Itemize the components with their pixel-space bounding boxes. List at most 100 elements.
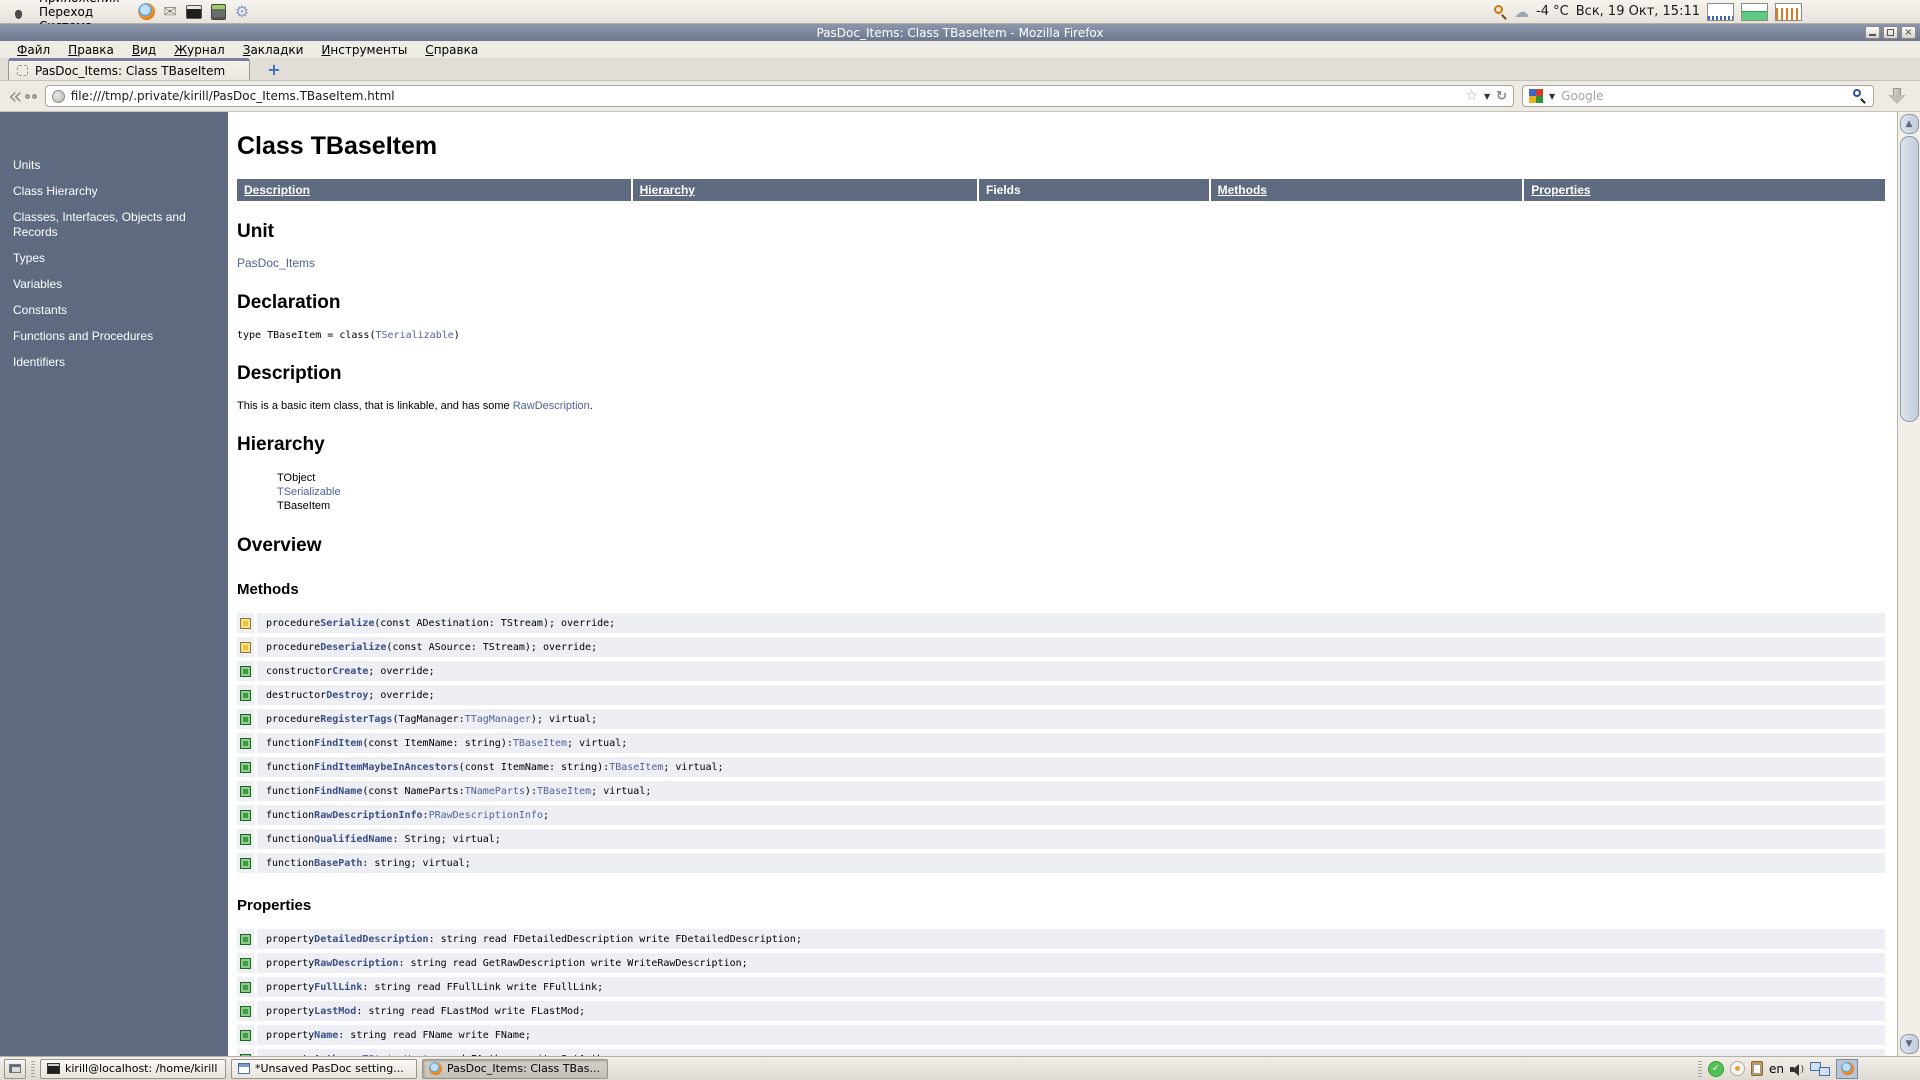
network-monitor-applet[interactable] (1707, 2, 1734, 21)
menubar-item-5[interactable]: Инструменты (312, 43, 416, 57)
tab-bar: PasDoc_Items: Class TBaseItem + (0, 58, 1920, 81)
menubar-item-6[interactable]: Справка (416, 43, 487, 57)
code-link[interactable]: Destroy (326, 690, 368, 701)
hierarchy-list: TObject TSerializable TBaseItem (277, 471, 1885, 513)
sidebar-link-variables[interactable]: Variables (13, 277, 216, 292)
code-link[interactable]: RawDescriptionInfo (314, 810, 422, 821)
firefox-launcher-icon[interactable] (137, 2, 156, 21)
code-link[interactable]: TBaseItem (609, 762, 663, 773)
window-titlebar[interactable]: PasDoc_Items: Class TBaseItem - Mozilla … (0, 24, 1920, 41)
window-list-button[interactable] (4, 1058, 26, 1079)
calculator-launcher-icon[interactable] (209, 2, 228, 21)
firefox-menubar: Файл Правка Вид Журнал Закладки Инструменты Сп… (0, 41, 1920, 58)
tab-active[interactable]: PasDoc_Items: Class TBaseItem (8, 58, 250, 80)
search-engine-dropdown-icon[interactable]: ▼ (1549, 92, 1555, 101)
taskbar-button-2[interactable]: PasDoc_Items: Class TBas... (422, 1058, 608, 1079)
code-link[interactable]: Deserialize (320, 642, 386, 653)
gnome-foot-icon[interactable] (10, 4, 26, 20)
code-link[interactable]: Name (314, 1030, 338, 1041)
site-identity-icon[interactable] (51, 89, 65, 103)
scrollbar-down-icon[interactable]: ▼ (1899, 1034, 1919, 1054)
sidebar-link-units[interactable]: Units (13, 158, 216, 173)
download-arrow-button[interactable] (1882, 88, 1912, 104)
unit-link[interactable]: PasDoc_Items (237, 256, 1885, 270)
code-link[interactable]: TBaseItem (513, 738, 567, 749)
search-bar[interactable]: ▼ Google (1522, 85, 1874, 107)
firefox-tray-icon[interactable] (1836, 1058, 1858, 1079)
code-link[interactable]: Serialize (320, 618, 374, 629)
scrollbar-thumb[interactable] (1899, 136, 1919, 422)
code-text: ; virtual; (591, 785, 652, 797)
doc-nav-link-description[interactable]: Description (244, 183, 310, 197)
code-link[interactable]: FindItem (314, 738, 362, 749)
doc-nav-link-hierarchy[interactable]: Hierarchy (640, 183, 695, 197)
menubar-item-0[interactable]: Файл (8, 43, 59, 57)
code-link[interactable]: FindItemMaybeInAncestors (314, 762, 459, 773)
code-link[interactable]: LastMod (314, 1006, 356, 1017)
code-link[interactable]: DetailedDescription (314, 934, 428, 945)
weather-temperature[interactable]: -4 °C (1536, 4, 1569, 19)
network-monitors-icon[interactable] (1810, 1061, 1830, 1076)
sidebar-link-types[interactable]: Types (13, 251, 216, 266)
sidebar-link-functions-and-procedures[interactable]: Functions and Procedures (13, 329, 216, 344)
menubar-item-2[interactable]: Вид (123, 43, 165, 57)
code-link[interactable]: QualifiedName (314, 834, 392, 845)
gear-launcher-icon[interactable]: ⚙ (233, 2, 252, 21)
sidebar-link-identifiers[interactable]: Identifiers (13, 355, 216, 370)
sidebar-link-classes-interfaces-objects-and-records[interactable]: Classes, Interfaces, Objects and Records (13, 210, 216, 240)
code-link[interactable]: TTagManager (465, 714, 531, 725)
search-go-icon[interactable] (1853, 89, 1867, 104)
doc-nav-cell-fields: Fields (979, 179, 1209, 201)
update-ok-icon[interactable]: ✓ (1708, 1060, 1724, 1077)
code-link[interactable]: RawDescription (513, 400, 590, 412)
taskbar-button-0[interactable]: kirill@localhost: /home/kirill (40, 1058, 226, 1079)
property-row: property LastMod: string read FLastMod w… (237, 1001, 1885, 1021)
menubar-item-1[interactable]: Правка (59, 43, 123, 57)
code-link[interactable]: RegisterTags (320, 714, 392, 725)
code-link[interactable]: FindName (314, 786, 362, 797)
new-tab-button[interactable]: + (262, 60, 286, 79)
code-link[interactable]: TNameParts (465, 786, 525, 797)
hierarchy-item-tserializable[interactable]: TSerializable (277, 485, 1885, 499)
volume-knob-icon[interactable] (1730, 1061, 1745, 1076)
code-link[interactable]: TSerializable (375, 330, 453, 341)
url-bar[interactable]: file:///tmp/.private/kirill/PasDoc_Items… (44, 85, 1514, 107)
menubar-item-4[interactable]: Закладки (234, 43, 313, 57)
description-text: This is a basic item class, that is link… (237, 400, 1885, 412)
panel-menu-1[interactable]: Переход (30, 5, 129, 19)
code-link[interactable]: FullLink (314, 982, 362, 993)
cpu-monitor-applet[interactable] (1775, 2, 1802, 21)
terminal-launcher-icon[interactable] (185, 2, 204, 21)
scrollbar-up-icon[interactable]: ▲ (1899, 114, 1919, 134)
url-dropdown-icon[interactable]: ▼ (1484, 92, 1490, 101)
url-text[interactable]: file:///tmp/.private/kirill/PasDoc_Items… (71, 89, 395, 103)
maximize-button[interactable] (1883, 26, 1898, 39)
sidebar-link-class-hierarchy[interactable]: Class Hierarchy (13, 184, 216, 199)
mail-launcher-icon[interactable]: ✉ (161, 2, 180, 21)
code-link[interactable]: PRawDescriptionInfo (429, 810, 543, 821)
code-link[interactable]: Create (332, 666, 368, 677)
weather-icon[interactable]: ☁ (1514, 3, 1529, 21)
code-link[interactable]: RawDescription (314, 958, 398, 969)
search-placeholder[interactable]: Google (1561, 89, 1603, 103)
taskbar-button-1[interactable]: *Unsaved PasDoc setting... (231, 1058, 417, 1079)
doc-nav-link-properties[interactable]: Properties (1531, 183, 1590, 197)
speaker-icon[interactable]: ) (1790, 1063, 1804, 1076)
menubar-item-3[interactable]: Журнал (165, 43, 234, 57)
code-link[interactable]: BasePath (314, 858, 362, 869)
search-tracker-icon[interactable] (1494, 5, 1507, 20)
sidebar-link-constants[interactable]: Constants (13, 303, 216, 318)
code-link[interactable]: TBaseItem (537, 786, 591, 797)
doc-nav-link-methods[interactable]: Methods (1218, 183, 1267, 197)
clock[interactable]: Вск, 19 Окт, 15:11 (1576, 4, 1700, 19)
reload-icon[interactable]: ↻ (1496, 89, 1507, 104)
clipboard-icon[interactable] (1751, 1061, 1763, 1076)
close-button[interactable]: × (1901, 26, 1916, 39)
keyboard-layout-indicator[interactable]: en (1769, 1062, 1784, 1076)
back-button[interactable]: « (8, 84, 37, 108)
minimize-button[interactable] (1865, 26, 1880, 39)
bookmark-star-icon[interactable]: ☆ (1465, 88, 1478, 104)
page-scrollbar[interactable]: ▲ ▼ (1897, 112, 1920, 1056)
google-engine-icon[interactable] (1529, 89, 1543, 103)
memory-monitor-applet[interactable] (1741, 2, 1768, 21)
